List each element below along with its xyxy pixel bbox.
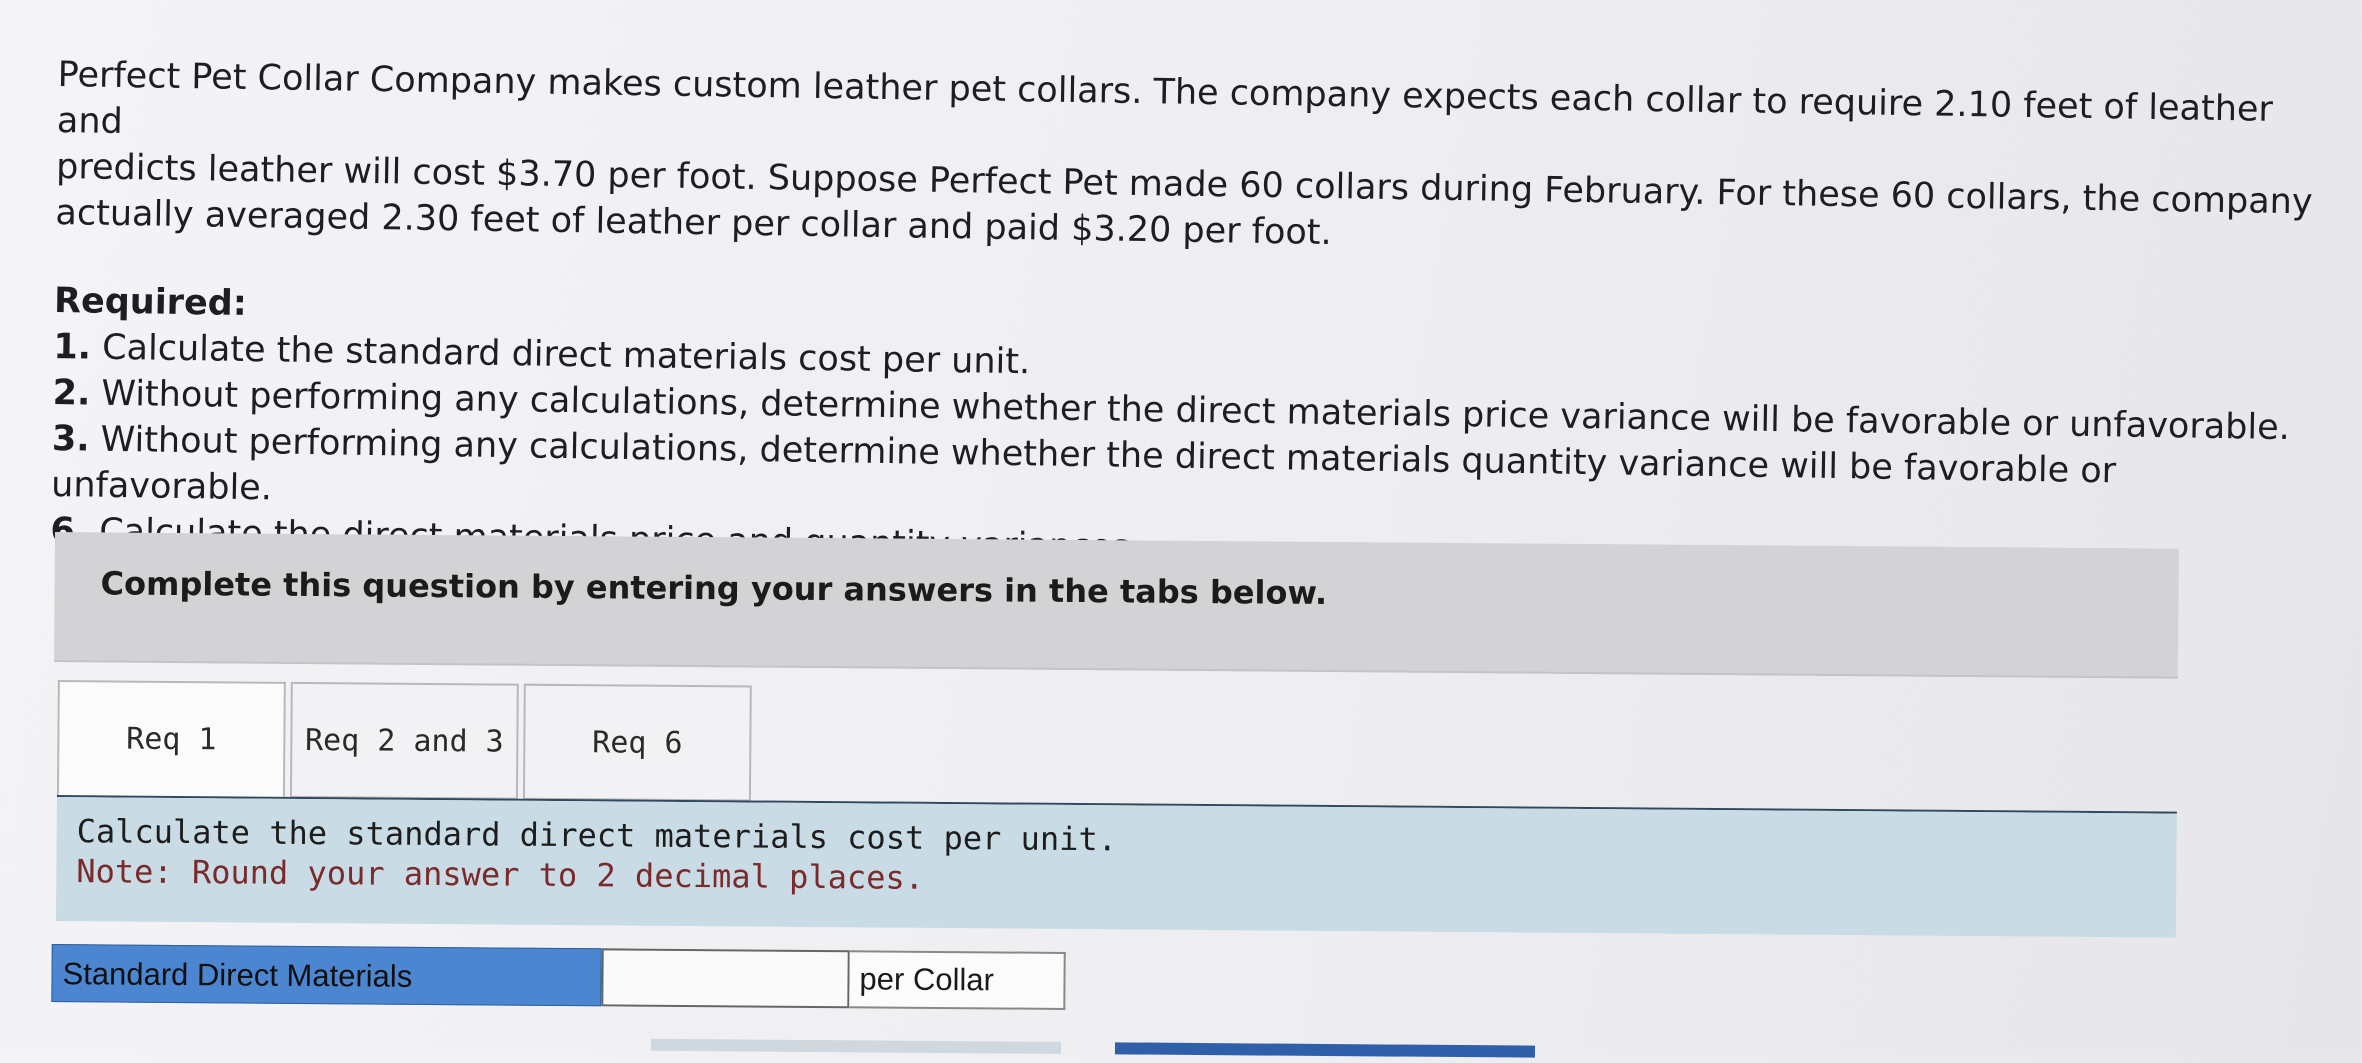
- tab-req-1[interactable]: Req 1: [56, 680, 286, 798]
- answer-row: Standard Direct Materials per Collar: [51, 943, 1066, 1012]
- question-box: Calculate the standard direct materials …: [55, 797, 2177, 938]
- requirement-number: 3.: [51, 418, 90, 460]
- problem-statement: Perfect Pet Collar Company makes custom …: [50, 52, 2328, 590]
- rounding-note: Note: Round your answer to 2 decimal pla…: [76, 852, 925, 897]
- tab-bar: Req 1 Req 2 and 3 Req 6: [56, 680, 757, 803]
- tab-req-2-and-3[interactable]: Req 2 and 3: [289, 681, 519, 800]
- answer-unit: per Collar: [849, 950, 1066, 1010]
- instruction-text: Complete this question by entering your …: [100, 564, 1328, 612]
- instruction-bar: Complete this question by entering your …: [53, 532, 2179, 679]
- standard-direct-materials-input[interactable]: [601, 948, 850, 1009]
- requirement-number: 1.: [53, 326, 92, 368]
- answer-label: Standard Direct Materials: [51, 943, 602, 1007]
- requirement-number: 2.: [52, 372, 91, 414]
- tab-req-6[interactable]: Req 6: [522, 683, 752, 802]
- answer-panel: Complete this question by entering your …: [51, 532, 2179, 1059]
- prev-button-edge[interactable]: [650, 1038, 1062, 1054]
